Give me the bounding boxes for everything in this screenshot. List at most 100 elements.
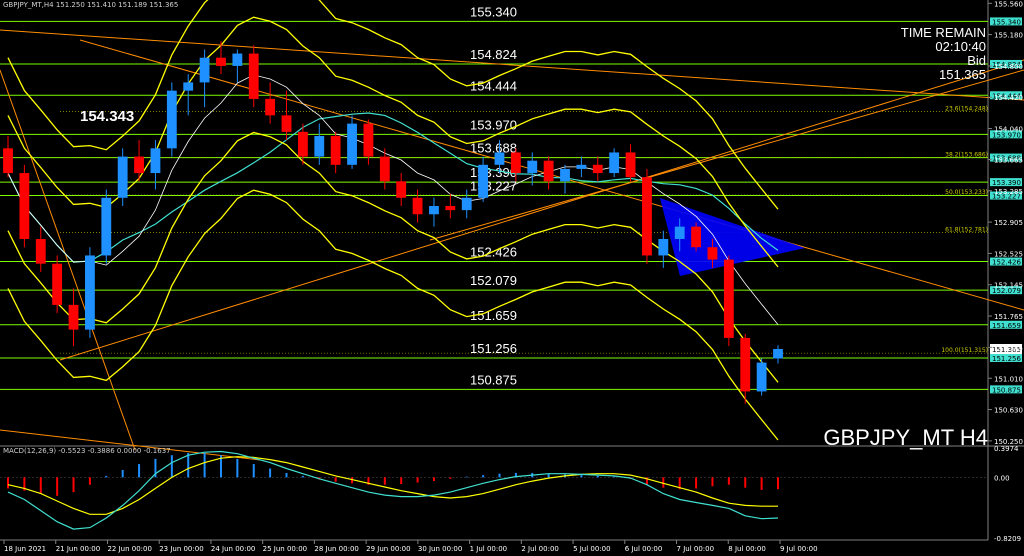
candle-body <box>232 53 243 66</box>
date-label: 18 Jun 2021 <box>4 545 46 553</box>
date-label: 21 Jun 00:00 <box>56 545 100 553</box>
candle-body <box>248 53 259 99</box>
date-label: 22 Jun 00:00 <box>107 545 151 553</box>
candle-body <box>592 164 603 174</box>
candle-body <box>707 247 718 260</box>
candle-body <box>347 123 357 165</box>
macd-tick-label: -0.8209 <box>994 535 1021 543</box>
candle-body <box>642 177 652 256</box>
price-tick-label: 155.180 <box>994 32 1023 40</box>
bid-value: 151.365 <box>939 67 986 82</box>
price-tick-label: 153.665 <box>994 156 1023 164</box>
candle-body <box>756 362 767 392</box>
level-price-tag-text: 150.875 <box>992 386 1021 394</box>
price-chart[interactable]: 155.340154.824154.444153.970153.688153.3… <box>0 0 1024 556</box>
candle-body <box>134 156 144 174</box>
candle-body <box>216 57 226 66</box>
fib-label: 23.6(154.248) <box>945 105 988 112</box>
candle-body <box>674 226 685 239</box>
fib-label: 38.2(153.686) <box>945 152 988 159</box>
price-tick-label: 152.525 <box>994 250 1023 258</box>
time-remain-label: TIME REMAIN <box>900 25 986 40</box>
level-label: 151.256 <box>470 341 517 356</box>
date-label: 2 Jul 00:00 <box>521 545 559 553</box>
price-tick-label: 155.560 <box>994 0 1023 8</box>
price-tick-label: 151.010 <box>994 375 1023 383</box>
date-label: 25 Jun 00:00 <box>263 545 307 553</box>
date-label: 28 Jun 00:00 <box>314 545 358 553</box>
price-tick-label: 153.285 <box>994 188 1023 196</box>
price-axis: 155.340154.824154.444153.970153.688153.3… <box>988 0 1023 446</box>
candle-body <box>576 164 587 169</box>
bid-label: Bid <box>967 53 986 68</box>
candle-body <box>330 135 341 165</box>
level-label: 153.970 <box>470 117 517 132</box>
candle-body <box>445 206 456 211</box>
level-label: 153.227 <box>470 179 517 194</box>
date-label: 30 Jun 00:00 <box>418 545 462 553</box>
candle-body <box>396 181 407 198</box>
date-label: 8 Jul 00:00 <box>728 545 766 553</box>
peak-price-label: 154.343 <box>80 108 135 125</box>
candle-body <box>3 148 13 174</box>
fib-label: 61.8(152.781) <box>945 226 988 233</box>
candle-body <box>297 131 308 157</box>
level-label: 154.824 <box>470 47 517 62</box>
candle-body <box>199 57 210 83</box>
candle-body <box>723 259 734 338</box>
candle-body <box>658 238 669 256</box>
date-label: 9 Jul 00:00 <box>780 545 818 553</box>
candle-body <box>773 348 783 359</box>
candle-body <box>52 263 63 305</box>
level-price-tag-text: 153.390 <box>992 179 1021 187</box>
date-label: 1 Jul 00:00 <box>470 545 508 553</box>
candle-body <box>35 238 46 264</box>
candle-body <box>609 152 620 174</box>
candle-body <box>101 197 112 256</box>
date-label: 29 Jun 00:00 <box>366 545 410 553</box>
candle-body <box>691 226 701 248</box>
price-tick-label: 154.420 <box>994 94 1023 102</box>
candle-body <box>461 197 472 211</box>
candle-body <box>527 160 538 174</box>
date-label: 24 Jun 00:00 <box>211 545 255 553</box>
level-label: 152.079 <box>470 273 517 288</box>
candle-body <box>560 168 570 182</box>
candle-body <box>478 164 489 198</box>
candle-body <box>625 152 636 178</box>
date-label: 5 Jul 00:00 <box>573 545 611 553</box>
level-price-tag-text: 155.340 <box>992 18 1021 26</box>
candle-body <box>150 148 161 174</box>
level-label: 150.875 <box>470 372 517 387</box>
candle-body <box>183 82 194 91</box>
candle-body <box>85 255 95 330</box>
level-price-tag-text: 151.256 <box>992 355 1021 363</box>
candle-body <box>494 152 505 165</box>
level-label: 155.340 <box>470 4 517 19</box>
time-remain-value: 02:10:40 <box>935 39 986 54</box>
fib-label: 50.0(153.233) <box>945 189 988 196</box>
candle-body <box>265 98 276 116</box>
chart-header: GBPJPY_MT,H4 151.250 151.410 151.189 151… <box>3 1 178 9</box>
candle-body <box>281 115 292 132</box>
price-tick-label: 152.145 <box>994 282 1023 290</box>
candle-body <box>19 173 30 239</box>
macd-tick-label: 0.3974 <box>994 445 1019 453</box>
candle-body <box>412 197 423 215</box>
candle-body <box>740 337 751 392</box>
date-label: 6 Jul 00:00 <box>625 545 663 553</box>
price-tick-label: 151.385 <box>994 344 1023 352</box>
price-tick-label: 150.630 <box>994 407 1023 415</box>
candle-body <box>166 90 177 149</box>
candle-body <box>117 156 128 198</box>
candle-body <box>510 152 521 174</box>
level-label: 154.444 <box>470 78 517 93</box>
candle-body <box>363 123 374 157</box>
level-price-tag-text: 152.426 <box>992 259 1021 267</box>
price-tick-label: 152.905 <box>994 219 1023 227</box>
date-label: 23 Jun 00:00 <box>159 545 203 553</box>
fib-label: 100.0(151.315) <box>941 347 988 354</box>
macd-tick-label: 0.00 <box>994 474 1010 482</box>
info-panel: TIME REMAIN 02:10:40 Bid 151.365 <box>901 26 986 82</box>
symbol-label: GBPJPY_MT H4 <box>823 425 988 450</box>
